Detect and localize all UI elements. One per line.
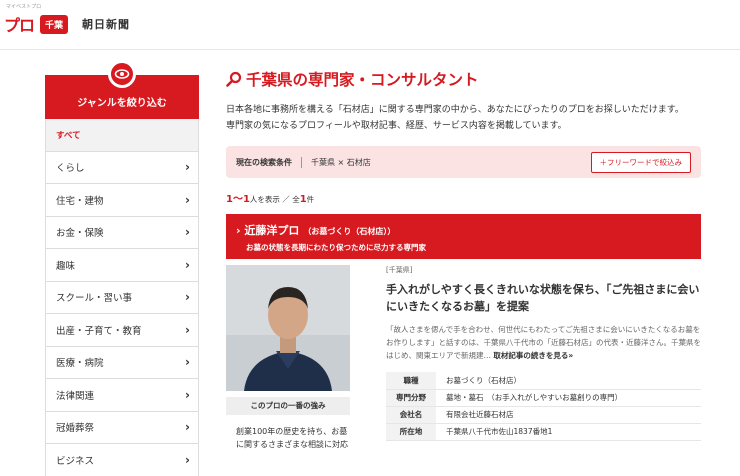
table-row: 会社名 有限会社近藤石材店	[386, 406, 701, 424]
pro-photo[interactable]	[226, 265, 350, 391]
intro-text: 日本各地に事務所を構える「石材店」に関する専門家の中から、あなたにぴったりのプロ…	[226, 102, 701, 134]
chevron-right-icon: ›	[185, 355, 190, 370]
info-key: 職種	[386, 372, 436, 390]
chevron-right-icon: ›	[185, 225, 190, 240]
table-row: 専門分野 墓地・墓石 （お手入れがしやすいお墓創りの専門）	[386, 389, 701, 407]
photo-caption: このプロの一番の強み	[226, 397, 350, 415]
chevron-right-icon: ›	[185, 322, 190, 337]
search-conditions: 現在の検索条件 千葉県 × 石材店 ＋フリーワードで絞込み	[226, 146, 701, 178]
site-logo[interactable]: マイベストプロ プロ 千葉 朝日新聞	[0, 4, 131, 38]
logo-text: プロ	[4, 16, 35, 35]
genre-sidebar: ジャンルを絞り込む すべて くらし › 住宅・建物 › お金・保険 › 趣味 › スクー…	[45, 60, 199, 476]
sidebar-item-childcare[interactable]: 出産・子育て・教育 ›	[45, 314, 199, 347]
sidebar-item-label: 趣味	[56, 260, 76, 272]
conditions-label: 現在の検索条件	[236, 156, 302, 168]
prefecture-badge: 千葉	[40, 14, 69, 34]
info-value: お墓づくり（石材店）	[436, 372, 701, 390]
sidebar-item-label: 医療・病院	[56, 358, 104, 370]
info-value: 墓地・墓石 （お手入れがしやすいお墓創りの専門）	[436, 389, 701, 407]
sidebar-item-legal[interactable]: 法律関連 ›	[45, 379, 199, 412]
chevron-right-icon: ›	[185, 160, 190, 175]
intro-line: 専門家の気になるプロフィールや取材記事、経歴、サービス内容を掲載しています。	[226, 121, 567, 131]
freeword-filter-button[interactable]: ＋フリーワードで絞込み	[590, 151, 691, 173]
result-range: 1〜1	[226, 194, 250, 205]
result-shown-suffix: 人を表示 ／ 全	[249, 195, 300, 204]
sidebar-item-label: お金・保険	[56, 228, 104, 240]
info-value: 有限会社近藤石材店	[436, 406, 701, 424]
sidebar-item-label: 法律関連	[56, 390, 95, 402]
read-more-link[interactable]: 取材記事の続きを見る»	[493, 351, 573, 360]
pro-specialty: （お墓づくり（石材店））	[303, 227, 396, 236]
genre-filter-header: ジャンルを絞り込む	[45, 60, 199, 119]
info-key: 専門分野	[386, 389, 436, 407]
chevron-right-icon: ›	[185, 420, 190, 435]
main-content: 千葉県の専門家・コンサルタント 日本各地に事務所を構える「石材店」に関する専門家…	[226, 66, 701, 475]
sidebar-item-ceremony[interactable]: 冠婚葬祭 ›	[45, 411, 199, 444]
chevron-right-icon: ›	[185, 290, 190, 305]
pro-article: [千葉県] 手入れがしやすく長くきれいな状態を保ち、「ご先祖さまに会いにいきたく…	[386, 265, 701, 441]
newspaper-name: 朝日新聞	[82, 18, 131, 31]
region-tag: [千葉県]	[386, 266, 413, 274]
pro-name: 近藤洋プロ	[244, 224, 300, 237]
chevron-right-icon: ›	[185, 192, 190, 207]
conditions-value: 千葉県 × 石材店	[311, 157, 371, 167]
pro-card: このプロの一番の強み 創業100年の歴史を持ち、お墓に関するさまざまな相談に対応…	[226, 265, 701, 475]
pro-catchphrase: お墓の状態を長期にわたり保つために尽力する専門家	[246, 243, 426, 252]
pro-strength: 創業100年の歴史を持ち、お墓に関するさまざまな相談に対応	[236, 427, 348, 449]
sidebar-item-label: くらし	[56, 163, 85, 175]
search-icon	[226, 71, 242, 87]
sidebar-item-label: 冠婚葬祭	[56, 423, 95, 435]
chevron-right-icon: ›	[185, 452, 190, 467]
result-count: 1〜1人を表示 ／ 全1件	[226, 190, 701, 205]
logo-tiny-label: マイベストプロ	[6, 4, 42, 10]
sidebar-item-label: 住宅・建物	[56, 195, 104, 207]
table-row: 所在地 千葉県八千代市佐山1837番地1	[386, 423, 701, 441]
chevron-right-icon: ›	[185, 257, 190, 272]
sidebar-item-all[interactable]: すべて	[45, 119, 199, 152]
intro-line: 日本各地に事務所を構える「石材店」に関する専門家の中から、あなたにぴったりのプロ…	[226, 105, 684, 115]
sidebar-item-school[interactable]: スクール・習い事 ›	[45, 281, 199, 314]
sidebar-item-label: 出産・子育て・教育	[56, 325, 142, 337]
info-key: 所在地	[386, 423, 436, 441]
genre-filter-title: ジャンルを絞り込む	[77, 98, 167, 109]
sidebar-item-business[interactable]: ビジネス ›	[45, 444, 199, 476]
article-excerpt: 「故人さまを偲んで手を合わせ、何世代にもわたってご先祖さまに会いにいきたくなるお…	[386, 323, 701, 362]
pro-name-line: › 近藤洋プロ （お墓づくり（石材店））	[236, 222, 691, 238]
chevron-right-icon: ›	[185, 387, 190, 402]
article-headline[interactable]: 手入れがしやすく長くきれいな状態を保ち、「ご先祖さまに会いにいきたくなるお墓」を…	[386, 281, 701, 315]
site-header: マイベストプロ プロ 千葉 朝日新聞	[0, 0, 740, 50]
sidebar-item-hobby[interactable]: 趣味 ›	[45, 249, 199, 282]
pro-banner[interactable]: › 近藤洋プロ （お墓づくり（石材店）） お墓の状態を長期にわたり保つために尽力す…	[226, 214, 701, 259]
page-title-text: 千葉県の専門家・コンサルタント	[246, 71, 479, 89]
sidebar-item-money[interactable]: お金・保険 ›	[45, 216, 199, 249]
pro-info-table: 職種 お墓づくり（石材店） 専門分野 墓地・墓石 （お手入れがしやすいお墓創りの専門…	[386, 372, 701, 441]
sidebar-item-label: スクール・習い事	[56, 293, 133, 305]
sidebar-item-living[interactable]: くらし ›	[45, 151, 199, 184]
sidebar-item-label: ビジネス	[56, 455, 95, 467]
eye-icon	[108, 60, 136, 88]
result-total: 1	[299, 194, 307, 205]
info-key: 会社名	[386, 406, 436, 424]
sidebar-item-label: すべて	[56, 130, 81, 141]
sidebar-item-housing[interactable]: 住宅・建物 ›	[45, 184, 199, 217]
info-value: 千葉県八千代市佐山1837番地1	[436, 423, 701, 441]
table-row: 職種 お墓づくり（石材店）	[386, 372, 701, 390]
sidebar-item-medical[interactable]: 医療・病院 ›	[45, 346, 199, 379]
result-total-suffix: 件	[306, 195, 315, 204]
page-title: 千葉県の専門家・コンサルタント	[226, 66, 701, 92]
